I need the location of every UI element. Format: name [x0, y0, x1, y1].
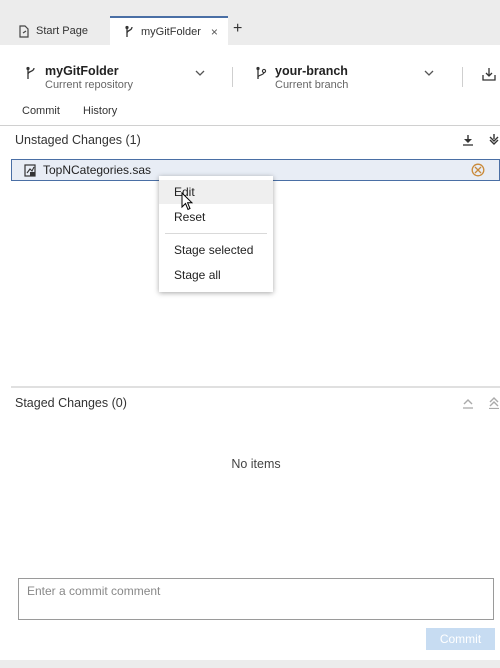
- tab-my-git-folder[interactable]: myGitFolder ×: [110, 16, 228, 45]
- repository-branch-bar: myGitFolder Current repository your-bran…: [0, 45, 500, 100]
- staged-actions: [448, 397, 500, 409]
- menu-item-reset[interactable]: Reset: [159, 205, 273, 229]
- commit-button[interactable]: Commit: [426, 628, 495, 650]
- tab-commit[interactable]: Commit: [22, 105, 60, 117]
- conflict-status-icon: [471, 163, 485, 182]
- staged-empty-text: No items: [231, 457, 281, 471]
- repository-name: myGitFolder: [45, 64, 119, 78]
- sas-file-icon: [24, 163, 37, 177]
- tab-label: Start Page: [36, 25, 88, 37]
- stage-all-icon[interactable]: [488, 134, 500, 146]
- unstage-all-icon[interactable]: [488, 397, 500, 409]
- branch-selector[interactable]: your-branch Current branch: [255, 64, 348, 91]
- tab-label: myGitFolder: [141, 25, 201, 38]
- file-name: TopNCategories.sas: [43, 163, 152, 177]
- branch-chevron-down-icon[interactable]: [424, 68, 434, 80]
- branch-subtitle: Current branch: [275, 79, 349, 91]
- git-folder-icon: [124, 25, 135, 38]
- unstaged-changes-title: Unstaged Changes (1): [15, 133, 141, 147]
- unstaged-actions: [448, 134, 500, 146]
- git-panel: myGitFolder Current repository your-bran…: [0, 45, 500, 660]
- menu-item-stage-selected[interactable]: Stage selected: [159, 238, 273, 262]
- tab-start-page[interactable]: Start Page: [10, 17, 118, 45]
- menu-item-stage-all[interactable]: Stage all: [159, 263, 273, 287]
- staged-changes-title: Staged Changes (0): [15, 396, 127, 410]
- branch-name: your-branch: [275, 64, 348, 78]
- divider: [232, 67, 233, 87]
- repository-selector[interactable]: myGitFolder Current repository: [25, 64, 133, 91]
- file-context-menu: Edit Reset Stage selected Stage all: [159, 176, 273, 292]
- start-page-icon: [18, 24, 30, 38]
- repository-icon: [25, 66, 37, 91]
- menu-separator: [165, 233, 267, 234]
- menu-item-edit[interactable]: Edit: [159, 180, 273, 204]
- divider: [462, 67, 463, 87]
- add-tab-button[interactable]: +: [233, 20, 242, 38]
- unstaged-changes-header: Unstaged Changes (1): [0, 129, 500, 157]
- repository-chevron-down-icon[interactable]: [195, 68, 205, 80]
- staged-changes-header: Staged Changes (0): [0, 392, 500, 420]
- commit-comment-input[interactable]: [18, 578, 494, 620]
- tab-history[interactable]: History: [83, 105, 117, 117]
- pull-icon[interactable]: [482, 67, 496, 86]
- stage-selected-icon[interactable]: [462, 134, 474, 146]
- branch-icon: [255, 66, 267, 91]
- commit-history-tabs: Commit History: [0, 103, 500, 126]
- section-divider: [11, 386, 500, 388]
- unstage-selected-icon[interactable]: [462, 397, 474, 409]
- close-tab-icon[interactable]: ×: [211, 25, 218, 39]
- mouse-pointer-icon: [181, 191, 194, 216]
- repository-subtitle: Current repository: [45, 79, 134, 91]
- document-tab-bar: Start Page myGitFolder × +: [0, 0, 500, 45]
